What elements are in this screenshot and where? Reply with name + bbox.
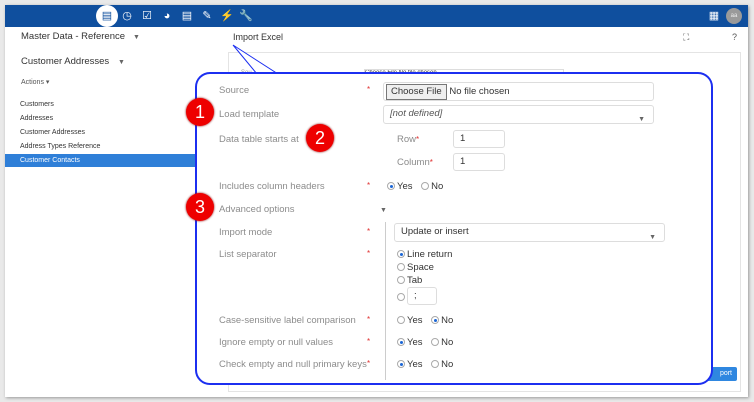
chevron-down-icon: ▼	[649, 234, 656, 241]
check-keys-radio-group: Yes No	[397, 359, 459, 370]
import-mode-value: Update or insert	[401, 226, 469, 237]
yes-label: Yes	[407, 359, 423, 370]
import-mode-label: Import mode	[219, 227, 273, 238]
callout-zoom: Source * Choose File No file chosen Load…	[195, 72, 713, 385]
advanced-chevron-down-icon[interactable]: ▼	[380, 207, 387, 214]
check-no-radio[interactable]: No	[431, 359, 453, 370]
ignore-no-radio[interactable]: No	[431, 337, 453, 348]
no-label: No	[441, 337, 454, 348]
separator-tab-radio[interactable]: Tab	[397, 275, 422, 286]
required-mark: *	[367, 181, 371, 190]
option-label: Space	[407, 262, 434, 273]
data-table-label: Data table starts at	[219, 134, 299, 145]
yes-label: Yes	[407, 337, 423, 348]
case-no-radio[interactable]: No	[431, 315, 453, 326]
step-marker-1: 1	[186, 98, 214, 126]
divider	[385, 222, 386, 380]
yes-label: Yes	[397, 181, 413, 192]
ignore-empty-radio-group: Yes No	[397, 337, 459, 348]
column-input[interactable]: 1	[453, 153, 505, 171]
no-label: No	[431, 181, 444, 192]
step-marker-2: 2	[306, 124, 334, 152]
no-label: No	[441, 359, 454, 370]
headers-no-radio[interactable]: No	[421, 181, 443, 192]
custom-separator-input[interactable]: ;	[407, 287, 437, 305]
row-label: Row*	[397, 134, 419, 145]
no-label: No	[441, 315, 454, 326]
load-template-value: [not defined]	[390, 108, 443, 119]
case-yes-radio[interactable]: Yes	[397, 315, 423, 326]
ignore-empty-label: Ignore empty or null values	[219, 337, 334, 348]
required-mark: *	[429, 158, 433, 167]
required-mark: *	[416, 135, 420, 144]
advanced-options-label[interactable]: Advanced options	[219, 204, 295, 215]
required-mark: *	[367, 249, 371, 258]
source-label: Source	[219, 85, 250, 96]
step-marker-3: 3	[186, 193, 214, 221]
option-label: Tab	[407, 275, 423, 286]
required-mark: *	[367, 227, 371, 236]
required-mark: *	[367, 359, 371, 368]
case-sensitive-label: Case-sensitive label comparison	[219, 315, 356, 326]
load-template-label: Load template	[219, 109, 280, 120]
choose-file-button[interactable]: Choose File	[386, 84, 447, 100]
headers-radio-group: Yes No	[387, 181, 449, 192]
required-mark: *	[367, 315, 371, 324]
load-template-select[interactable]: [not defined] ▼	[383, 105, 654, 124]
separator-custom-radio[interactable]	[397, 292, 407, 303]
source-file-input[interactable]: Choose File No file chosen	[383, 82, 654, 101]
column-label-text: Column	[397, 157, 430, 168]
file-name: No file chosen	[449, 86, 510, 97]
case-sensitive-radio-group: Yes No	[397, 315, 459, 326]
required-mark: *	[367, 85, 371, 94]
row-input[interactable]: 1	[453, 130, 505, 148]
headers-label: Includes column headers	[219, 181, 325, 192]
chevron-down-icon: ▼	[638, 116, 645, 123]
import-mode-select[interactable]: Update or insert ▼	[394, 223, 665, 242]
list-separator-label: List separator	[219, 249, 277, 260]
column-label: Column*	[397, 157, 433, 168]
yes-label: Yes	[407, 315, 423, 326]
ignore-yes-radio[interactable]: Yes	[397, 337, 423, 348]
separator-line-return-radio[interactable]: Line return	[397, 249, 452, 260]
headers-yes-radio[interactable]: Yes	[387, 181, 413, 192]
option-label: Line return	[407, 249, 453, 260]
row-label-text: Row	[397, 134, 417, 145]
separator-space-radio[interactable]: Space	[397, 262, 434, 273]
required-mark: *	[367, 337, 371, 346]
check-yes-radio[interactable]: Yes	[397, 359, 423, 370]
check-keys-label: Check empty and null primary keys	[219, 359, 367, 370]
